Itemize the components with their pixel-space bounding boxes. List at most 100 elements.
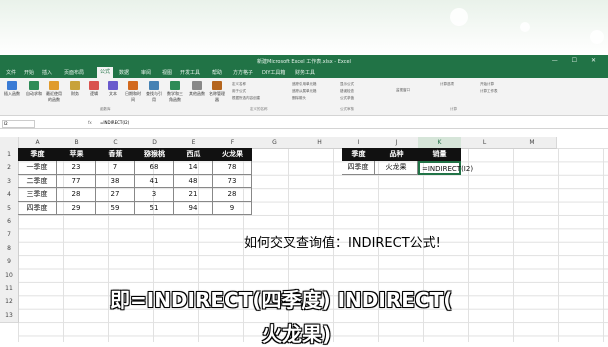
table-cell[interactable]: 78 [213, 161, 252, 175]
ribbon-button-6[interactable]: 文本 [104, 81, 122, 97]
row-header[interactable]: 11 [0, 282, 19, 297]
table-cell[interactable]: 9 [213, 201, 252, 215]
row-header[interactable]: 6 [0, 215, 19, 230]
table-cell[interactable]: 3 [135, 188, 174, 202]
table-cell[interactable]: 23 [57, 161, 96, 175]
table-cell[interactable]: 火龙果 [375, 161, 418, 175]
tab-1[interactable]: 文件 [6, 69, 16, 76]
table-cell[interactable]: 28 [57, 188, 96, 202]
ribbon-small-item[interactable]: 根据所选内容创建 [232, 96, 260, 101]
table-cell[interactable]: 四季度 [342, 161, 375, 175]
table-cell[interactable]: 28 [213, 188, 252, 202]
tab-2[interactable]: 开始 [24, 69, 34, 76]
video-background [0, 0, 608, 55]
row-header[interactable]: 9 [0, 255, 19, 270]
tab-4[interactable]: 页面布局 [64, 69, 84, 76]
ribbon-small-item[interactable]: 定义名称 [232, 82, 246, 87]
table-cell[interactable]: 94 [174, 201, 213, 215]
tab-7[interactable]: 审阅 [141, 69, 151, 76]
tab-8[interactable]: 视图 [162, 69, 172, 76]
table-cell[interactable]: 68 [135, 161, 174, 175]
ribbon-button-11[interactable]: 名称管理器 [208, 81, 226, 103]
table-header-cell[interactable]: 猕猴桃 [135, 148, 174, 162]
row-header[interactable]: 10 [0, 268, 19, 283]
column-header[interactable]: G [252, 137, 298, 149]
ribbon-small-item[interactable]: 追踪引用单元格 [292, 82, 317, 87]
column-header[interactable]: H [297, 137, 343, 149]
tab-9[interactable]: 开发工具 [180, 69, 200, 76]
table-cell[interactable]: 38 [96, 174, 135, 189]
table-cell[interactable]: 48 [174, 174, 213, 189]
ribbon-small-item[interactable]: 用于公式 [232, 89, 246, 94]
ribbon-button-8[interactable]: 查找与引用 [145, 81, 163, 103]
ribbon-small-item[interactable]: 显示公式 [340, 82, 354, 87]
ribbon-small-item[interactable]: 开始计算 [480, 82, 494, 87]
tab-5[interactable]: 公式 [97, 67, 114, 78]
active-cell-editing[interactable]: =INDIRECT(I2) [418, 161, 473, 175]
fx-icon[interactable]: fx [88, 120, 92, 125]
ribbon-button-5[interactable]: 逻辑 [85, 81, 103, 97]
table-cell[interactable]: 29 [57, 201, 96, 215]
table-cell[interactable]: 41 [135, 174, 174, 189]
ribbon-small-item[interactable]: 删除箭头 [292, 96, 306, 101]
tab-12[interactable]: DIY工具箱 [262, 69, 285, 76]
table-cell[interactable]: 一季度 [18, 161, 57, 175]
ribbon-button-4[interactable]: 财务 [66, 81, 84, 97]
row-header[interactable]: 13 [0, 308, 19, 324]
formula-input[interactable]: =INDIRECT(I2) [100, 120, 129, 125]
ribbon-small-item[interactable]: 计算工作表 [480, 89, 498, 94]
row-header[interactable]: 3 [0, 174, 19, 190]
ribbon-small-item[interactable]: 追踪从属单元格 [292, 89, 317, 94]
row-header[interactable]: 12 [0, 295, 19, 310]
table-cell[interactable]: 7 [96, 161, 135, 175]
window-title: 新建Microsoft Excel 工作表.xlsx - Excel [257, 59, 351, 65]
function-icon [212, 81, 222, 90]
ribbon-small-item[interactable]: 计算选项 [440, 82, 454, 87]
table-header-cell[interactable]: 季度 [342, 148, 375, 162]
ribbon-small-item[interactable]: 公式求值 [340, 96, 354, 101]
table-cell[interactable]: 77 [57, 174, 96, 189]
ribbon-button-3[interactable]: 最近使用的函数 [45, 81, 63, 103]
row-header[interactable]: 2 [0, 161, 19, 176]
row-header[interactable]: 1 [0, 148, 19, 163]
ribbon-button-label: 查找与引用 [146, 91, 162, 102]
row-header[interactable]: 4 [0, 188, 19, 203]
table-cell[interactable]: 二季度 [18, 174, 57, 189]
table-cell[interactable]: 51 [135, 201, 174, 215]
ribbon-small-item[interactable]: 监视窗口 [396, 88, 410, 93]
ribbon-button-2[interactable]: 自动求和 [25, 81, 43, 97]
table-header-cell[interactable]: 销量 [418, 148, 461, 162]
ribbon-button-7[interactable]: 日期和时间 [124, 81, 142, 103]
tab-11[interactable]: 方方格子 [233, 69, 253, 76]
table-cell[interactable]: 三季度 [18, 188, 57, 202]
window-controls[interactable]: — ☐ ✕ [552, 57, 602, 64]
column-header[interactable]: M [508, 137, 557, 149]
tab-3[interactable]: 插入 [42, 69, 52, 76]
ribbon-small-item[interactable]: 错误检查 [340, 89, 354, 94]
table-cell[interactable]: 59 [96, 201, 135, 215]
name-box[interactable]: I2 [2, 120, 35, 128]
ribbon-button-label: 插入函数 [4, 91, 20, 96]
table-header-cell[interactable]: 火龙果 [213, 148, 252, 162]
table-header-cell[interactable]: 香蕉 [96, 148, 135, 162]
row-header[interactable]: 5 [0, 201, 19, 216]
table-cell[interactable]: 21 [174, 188, 213, 202]
row-header[interactable]: 7 [0, 228, 19, 243]
table-header-cell[interactable]: 品种 [375, 148, 418, 162]
table-cell[interactable]: 27 [96, 188, 135, 202]
video-caption: 如何交叉查询值：INDIRECT公式! [244, 236, 441, 251]
table-header-cell[interactable]: 苹果 [57, 148, 96, 162]
ribbon-button-1[interactable]: 插入函数 [3, 81, 21, 97]
tab-6[interactable]: 数据 [119, 69, 129, 76]
column-header[interactable]: L [461, 137, 509, 149]
table-cell[interactable]: 14 [174, 161, 213, 175]
table-cell[interactable]: 73 [213, 174, 252, 189]
tab-13[interactable]: 财务工具 [295, 69, 315, 76]
table-cell[interactable]: 四季度 [18, 201, 57, 215]
row-header[interactable]: 8 [0, 241, 19, 257]
table-header-cell[interactable]: 季度 [18, 148, 57, 162]
table-header-cell[interactable]: 西瓜 [174, 148, 213, 162]
ribbon-button-10[interactable]: 其他函数 [188, 81, 206, 97]
tab-10[interactable]: 帮助 [212, 69, 222, 76]
ribbon-button-9[interactable]: 数学和三角函数 [166, 81, 184, 103]
